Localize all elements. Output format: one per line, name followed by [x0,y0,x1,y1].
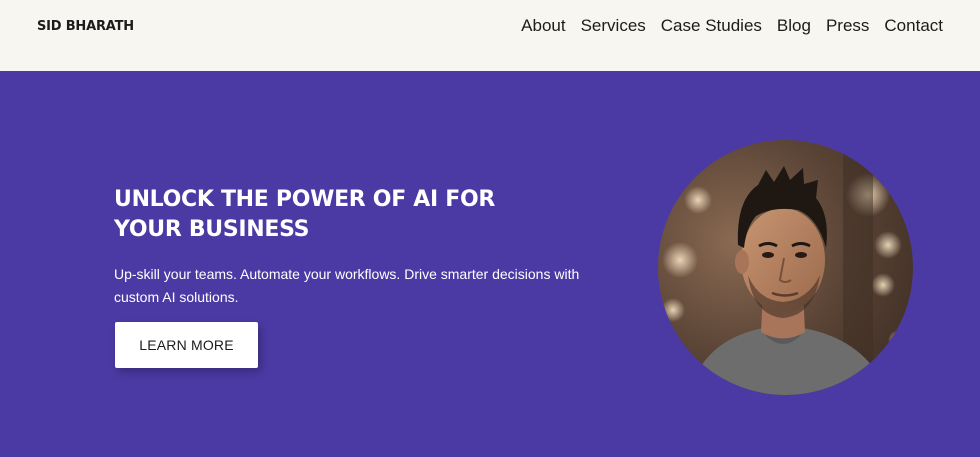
nav-contact[interactable]: Contact [884,16,943,36]
main-nav: About Services Case Studies Blog Press C… [521,16,943,36]
hero-section: UNLOCK THE POWER OF AI FOR YOUR BUSINESS… [0,71,980,457]
hero-subtext-line2: custom AI solutions. [114,289,239,305]
learn-more-button[interactable]: LEARN MORE [115,322,258,368]
hero-subtext: Up-skill your teams. Automate your workf… [114,263,594,309]
nav-services[interactable]: Services [581,16,646,36]
hero-headline: UNLOCK THE POWER OF AI FOR YOUR BUSINESS [114,185,534,245]
site-logo[interactable]: SID BHARATH [37,19,134,34]
hero-subtext-line1: Up-skill your teams. Automate your workf… [114,266,580,282]
hero-headline-line1: UNLOCK THE POWER OF AI FOR [114,187,496,212]
hero-headline-line2: YOUR BUSINESS [114,217,310,242]
nav-case-studies[interactable]: Case Studies [661,16,762,36]
nav-press[interactable]: Press [826,16,869,36]
site-header: SID BHARATH About Services Case Studies … [0,0,980,71]
profile-photo [658,140,913,395]
nav-blog[interactable]: Blog [777,16,811,36]
nav-about[interactable]: About [521,16,565,36]
profile-photo-illustration [658,140,913,395]
